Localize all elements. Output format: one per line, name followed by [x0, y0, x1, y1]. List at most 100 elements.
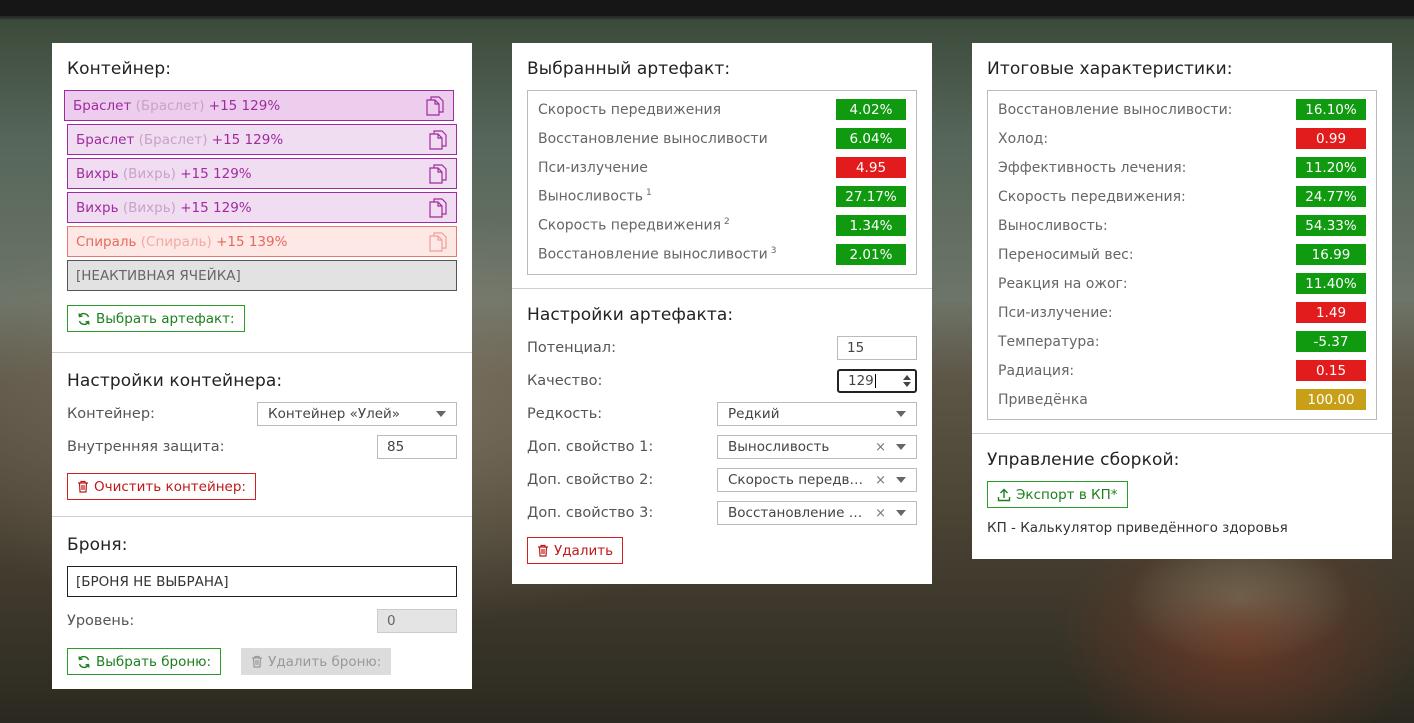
slot-artifact-name: Браслет [76, 131, 135, 148]
prop1-label: Доп. свойство 1: [527, 439, 654, 455]
stat-row: Эффективность лечения: 11.20% [998, 153, 1366, 182]
clear-container-label: Очистить контейнер: [94, 478, 246, 495]
refresh-icon [78, 312, 90, 325]
inactive-slot: [НЕАКТИВНАЯ ЯЧЕЙКА] [67, 260, 457, 291]
armor-section: Броня: [БРОНЯ НЕ ВЫБРАНА] Уровень: 0 Выб… [52, 517, 472, 689]
middle-panel: Выбранный артефакт: Скорость передвижени… [512, 43, 932, 584]
stat-value-badge: 0.15 [1296, 360, 1366, 381]
chevron-down-icon [896, 411, 906, 417]
copy-icon[interactable] [429, 130, 447, 150]
stat-row: Холод: 0.99 [998, 124, 1366, 153]
stat-value-badge: 16.99 [1296, 244, 1366, 265]
protection-label: Внутренняя защита: [67, 439, 225, 455]
spinner-icon[interactable] [903, 375, 911, 387]
quality-label: Качество: [527, 373, 603, 389]
copy-icon[interactable] [429, 232, 447, 252]
selected-artifact-section: Выбранный артефакт: Скорость передвижени… [512, 43, 932, 289]
slot-artifact-level: +15 129% [211, 131, 284, 148]
armor-level-input[interactable]: 0 [377, 609, 457, 633]
prop3-row: Доп. свойство 3: Восстановление вынослив… [527, 501, 917, 525]
container-section: Контейнер: Браслет (Браслет) +15 129% Бра… [52, 43, 472, 353]
artifact-settings-section: Настройки артефакта: Потенциал: 15 Качес… [512, 289, 932, 578]
clear-icon[interactable]: × [875, 440, 886, 455]
stat-label: Скорость передвижения 2 [538, 217, 730, 234]
stat-label: Радиация: [998, 362, 1075, 379]
container-select[interactable]: Контейнер «Улей» [257, 402, 457, 426]
stat-value-badge: 1.34% [836, 215, 906, 236]
delete-artifact-button[interactable]: Удалить [527, 537, 624, 564]
select-artifact-button[interactable]: Выбрать артефакт: [67, 305, 245, 332]
container-slot[interactable]: Браслет (Браслет) +15 129% [67, 124, 457, 155]
slot-artifact-level: +15 129% [180, 165, 252, 182]
container-slot[interactable]: Вихрь (Вихрь) +15 129% [67, 158, 457, 189]
clear-icon[interactable]: × [875, 473, 886, 488]
artifact-stats-box: Скорость передвижения 4.02% Восстановление… [527, 90, 917, 275]
stat-label: Переносимый вес: [998, 246, 1134, 263]
clear-container-button[interactable]: Очистить контейнер: [67, 473, 256, 500]
copy-icon[interactable] [429, 198, 447, 218]
stat-row: Восстановление выносливости: 16.10% [998, 95, 1366, 124]
inactive-slot-label: [НЕАКТИВНАЯ ЯЧЕЙКА] [76, 267, 241, 284]
stat-row: Радиация: 0.15 [998, 356, 1366, 385]
container-settings-section: Настройки контейнера: Контейнер: Контейн… [52, 353, 472, 517]
protection-value: 85 [387, 439, 405, 455]
stat-row: Скорость передвижения 2 1.34% [538, 211, 906, 240]
potential-input[interactable]: 15 [837, 336, 917, 360]
refresh-icon [78, 655, 90, 668]
select-armor-label: Выбрать броню: [96, 653, 212, 670]
stat-label: Скорость передвижения [538, 101, 721, 118]
slot-artifact-level: +15 139% [216, 233, 288, 250]
slot-artifact-name: Браслет [73, 97, 132, 114]
select-artifact-label: Выбрать артефакт: [96, 310, 235, 327]
delete-armor-button[interactable]: Удалить броню: [241, 648, 392, 675]
stat-value-badge: 100.00 [1296, 389, 1366, 410]
stat-label: Восстановление выносливости: [998, 101, 1233, 118]
stat-footnote: 3 [770, 246, 777, 257]
prop1-select[interactable]: Выносливость × [717, 435, 917, 459]
stat-value-badge: 11.20% [1296, 157, 1366, 178]
quality-input[interactable]: 129 [837, 369, 917, 393]
stat-row: Скорость передвижения: 24.77% [998, 182, 1366, 211]
prop2-label: Доп. свойство 2: [527, 472, 654, 488]
delete-artifact-label: Удалить [554, 542, 614, 559]
armor-level-row: Уровень: 0 [67, 609, 457, 633]
artifact-settings-title: Настройки артефакта: [527, 305, 734, 325]
stat-row: Пси-излучение 4.95 [538, 153, 906, 182]
stat-label: Эффективность лечения: [998, 159, 1187, 176]
export-label: Экспорт в КП* [1016, 486, 1118, 503]
prop3-select[interactable]: Восстановление выносливости × [717, 501, 917, 525]
delete-armor-label: Удалить броню: [268, 653, 382, 670]
trash-icon [78, 480, 88, 493]
container-slot[interactable]: Вихрь (Вихрь) +15 129% [67, 192, 457, 223]
chevron-down-icon [436, 411, 446, 417]
left-panel: Контейнер: Браслет (Браслет) +15 129% Бра… [52, 43, 472, 689]
stat-footnote: 1 [646, 188, 652, 199]
slot-artifact-type: (Браслет) [135, 97, 205, 114]
totals-title: Итоговые характеристики: [987, 59, 1233, 79]
clear-icon[interactable]: × [875, 506, 886, 521]
prop2-select[interactable]: Скорость передвижения × [717, 468, 917, 492]
slot-artifact-name: Вихрь [76, 165, 119, 182]
stat-label: Скорость передвижения: [998, 188, 1186, 205]
stat-label: Холод: [998, 130, 1049, 147]
container-select-value: Контейнер «Улей» [268, 406, 401, 422]
armor-slot[interactable]: [БРОНЯ НЕ ВЫБРАНА] [67, 566, 457, 597]
select-armor-button[interactable]: Выбрать броню: [67, 648, 222, 675]
copy-icon[interactable] [429, 164, 447, 184]
rarity-label: Редкость: [527, 406, 603, 422]
totals-stats-box: Восстановление выносливости: 16.10% Холод:… [987, 90, 1377, 420]
stat-row: Выносливость 1 27.17% [538, 182, 906, 211]
rarity-select[interactable]: Редкий [717, 402, 917, 426]
stat-row: Пси-излучение: 1.49 [998, 298, 1366, 327]
copy-icon[interactable] [426, 96, 444, 116]
protection-input[interactable]: 85 [377, 435, 457, 459]
container-slot[interactable]: Браслет (Браслет) +15 129% [64, 90, 454, 121]
armor-level-value: 0 [387, 613, 396, 629]
stat-row: Температура: -5.37 [998, 327, 1366, 356]
armor-title: Броня: [67, 535, 128, 555]
container-slot[interactable]: Спираль (Спираль) +15 139% [67, 226, 457, 257]
armor-level-label: Уровень: [67, 613, 135, 629]
stat-row: Восстановление выносливости 6.04% [538, 124, 906, 153]
export-button[interactable]: Экспорт в КП* [987, 481, 1128, 508]
potential-row: Потенциал: 15 [527, 336, 917, 360]
